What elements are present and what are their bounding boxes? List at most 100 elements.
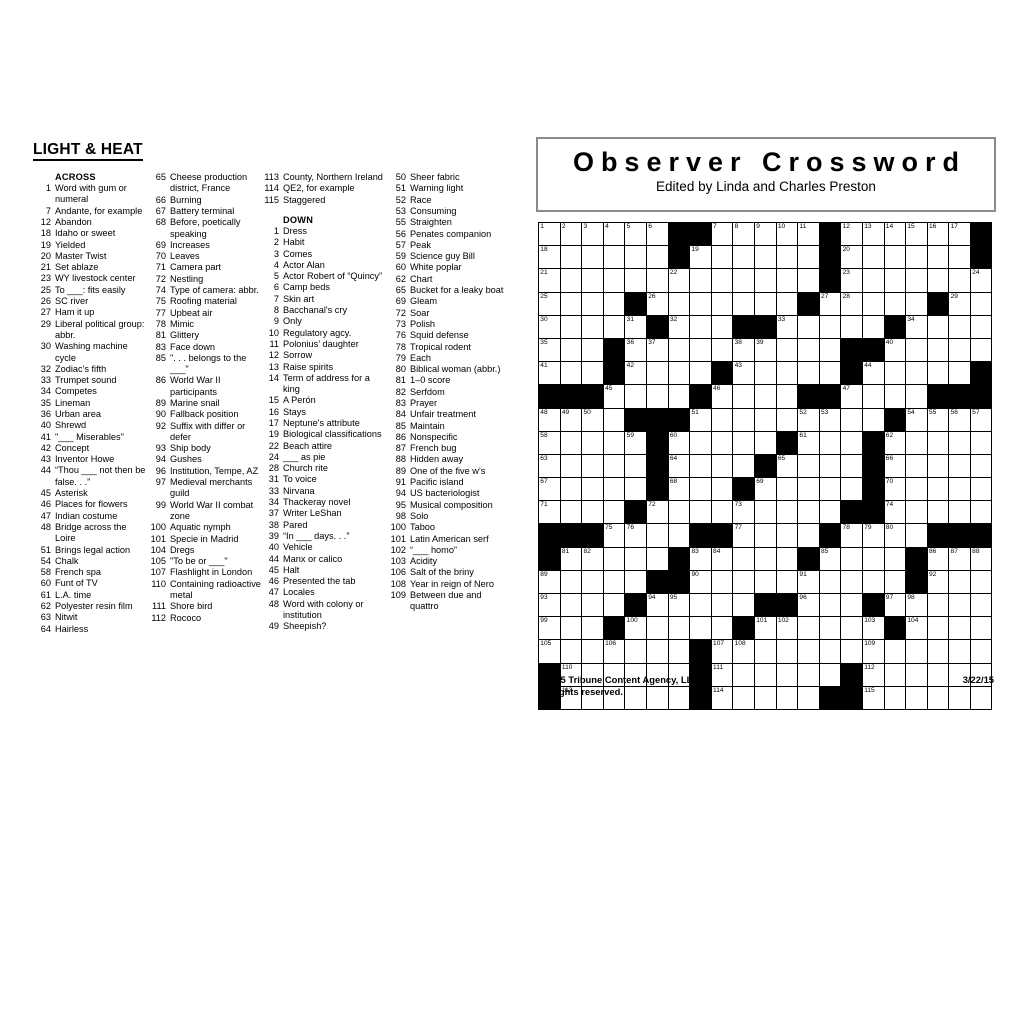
clue-down-10[interactable]: 10 Regulatory agcy. bbox=[261, 328, 388, 339]
grid-cell[interactable]: 64 bbox=[667, 453, 691, 479]
grid-cell[interactable] bbox=[581, 616, 604, 641]
grid-cell[interactable] bbox=[969, 592, 993, 618]
grid-cell[interactable]: 76 bbox=[624, 523, 647, 548]
grid-cell[interactable] bbox=[581, 337, 604, 363]
clue-across-46[interactable]: 46 Places for flowers bbox=[33, 499, 148, 510]
grid-cell[interactable] bbox=[797, 361, 820, 386]
clue-across-107[interactable]: 107 Flashlight in London bbox=[148, 567, 261, 578]
clue-across-115[interactable]: 115 Staggered bbox=[261, 195, 388, 206]
grid-cell[interactable]: 105 bbox=[538, 639, 561, 664]
grid-cell[interactable] bbox=[861, 245, 885, 270]
grid-cell[interactable]: 51 bbox=[689, 407, 712, 432]
clue-across-96[interactable]: 96 Institution, Tempe, AZ bbox=[148, 466, 261, 477]
clue-down-89[interactable]: 89 One of the five w's bbox=[388, 466, 508, 477]
clue-down-85[interactable]: 85 Maintain bbox=[388, 421, 508, 432]
clue-down-24[interactable]: 24 ___ as pie bbox=[261, 452, 388, 463]
grid-cell[interactable]: 71 bbox=[538, 500, 561, 525]
grid-cell[interactable] bbox=[710, 569, 734, 595]
grid-cell[interactable] bbox=[732, 592, 755, 618]
grid-cell[interactable] bbox=[732, 430, 755, 455]
grid-cell[interactable] bbox=[883, 639, 907, 664]
grid-cell[interactable] bbox=[840, 453, 863, 479]
grid-cell[interactable] bbox=[926, 453, 950, 479]
grid-cell[interactable] bbox=[667, 337, 691, 363]
grid-cell[interactable]: 52 bbox=[797, 407, 820, 432]
clue-down-8[interactable]: 8 Bacchanal's cry bbox=[261, 305, 388, 316]
clue-across-65[interactable]: 65 Cheese production district, France bbox=[148, 172, 261, 195]
grid-cell[interactable] bbox=[926, 245, 950, 270]
grid-cell[interactable]: 46 bbox=[710, 384, 734, 409]
grid-cell[interactable] bbox=[948, 453, 971, 479]
grid-cell[interactable] bbox=[818, 453, 842, 479]
grid-cell[interactable] bbox=[861, 407, 885, 432]
clue-across-71[interactable]: 71 Camera part bbox=[148, 262, 261, 273]
grid-cell[interactable] bbox=[861, 384, 885, 409]
grid-cell[interactable] bbox=[689, 291, 712, 316]
grid-cell[interactable] bbox=[775, 291, 799, 316]
clue-down-15[interactable]: 15 A Perón bbox=[261, 395, 388, 406]
clue-across-7[interactable]: 7 Andante, for example bbox=[33, 206, 148, 217]
clue-down-37[interactable]: 37 Writer LeShan bbox=[261, 508, 388, 519]
clue-down-39[interactable]: 39 “In ___ days. . .” bbox=[261, 531, 388, 542]
clue-across-112[interactable]: 112 Rococo bbox=[148, 613, 261, 624]
grid-cell[interactable] bbox=[818, 592, 842, 618]
clue-down-95[interactable]: 95 Musical composition bbox=[388, 500, 508, 511]
grid-cell[interactable] bbox=[667, 523, 691, 548]
grid-cell[interactable] bbox=[667, 384, 691, 409]
grid-cell[interactable]: 7 bbox=[710, 221, 734, 247]
grid-cell[interactable] bbox=[840, 314, 863, 339]
grid-cell[interactable]: 103 bbox=[861, 616, 885, 641]
clue-down-65[interactable]: 65 Bucket for a leaky boat bbox=[388, 285, 508, 296]
grid-cell[interactable] bbox=[667, 500, 691, 525]
grid-cell[interactable]: 95 bbox=[667, 592, 691, 618]
grid-cell[interactable] bbox=[969, 639, 993, 664]
grid-cell[interactable]: 65 bbox=[775, 453, 799, 479]
grid-cell[interactable]: 33 bbox=[775, 314, 799, 339]
grid-cell[interactable] bbox=[602, 546, 626, 571]
grid-cell[interactable]: 108 bbox=[732, 639, 755, 664]
clue-across-48[interactable]: 48 Bridge across the Loire bbox=[33, 522, 148, 545]
clue-down-76[interactable]: 76 Squid defense bbox=[388, 330, 508, 341]
grid-cell[interactable]: 30 bbox=[538, 314, 561, 339]
grid-cell[interactable] bbox=[775, 407, 799, 432]
grid-cell[interactable] bbox=[905, 523, 928, 548]
grid-cell[interactable]: 56 bbox=[948, 407, 971, 432]
grid-cell[interactable]: 16 bbox=[926, 221, 950, 247]
clue-down-91[interactable]: 91 Pacific island bbox=[388, 477, 508, 488]
clue-down-7[interactable]: 7 Skin art bbox=[261, 294, 388, 305]
grid-cell[interactable]: 43 bbox=[732, 361, 755, 386]
grid-cell[interactable] bbox=[624, 569, 647, 595]
grid-cell[interactable] bbox=[581, 639, 604, 664]
grid-cell[interactable] bbox=[818, 616, 842, 641]
grid-cell[interactable]: 88 bbox=[969, 546, 993, 571]
grid-cell[interactable] bbox=[926, 592, 950, 618]
grid-cell[interactable] bbox=[861, 569, 885, 595]
grid-cell[interactable] bbox=[624, 384, 647, 409]
clue-down-72[interactable]: 72 Soar bbox=[388, 308, 508, 319]
grid-cell[interactable] bbox=[689, 616, 712, 641]
grid-cell[interactable]: 3 bbox=[581, 221, 604, 247]
grid-cell[interactable] bbox=[602, 592, 626, 618]
grid-cell[interactable] bbox=[732, 569, 755, 595]
clue-down-78[interactable]: 78 Tropical rodent bbox=[388, 342, 508, 353]
clue-across-12[interactable]: 12 Abandon bbox=[33, 217, 148, 228]
clue-down-13[interactable]: 13 Raise spirits bbox=[261, 362, 388, 373]
grid-cell[interactable]: 29 bbox=[948, 291, 971, 316]
clue-down-55[interactable]: 55 Straighten bbox=[388, 217, 508, 228]
grid-cell[interactable] bbox=[645, 523, 669, 548]
grid-cell[interactable] bbox=[559, 430, 583, 455]
clue-down-80[interactable]: 80 Biblical woman (abbr.) bbox=[388, 364, 508, 375]
grid-cell[interactable] bbox=[753, 407, 777, 432]
grid-cell[interactable]: 84 bbox=[710, 546, 734, 571]
grid-cell[interactable] bbox=[559, 337, 583, 363]
clue-across-90[interactable]: 90 Fallback position bbox=[148, 409, 261, 420]
grid-cell[interactable] bbox=[581, 291, 604, 316]
grid-cell[interactable] bbox=[602, 245, 626, 270]
grid-cell[interactable] bbox=[559, 569, 583, 595]
grid-cell[interactable]: 77 bbox=[732, 523, 755, 548]
grid-cell[interactable] bbox=[969, 337, 993, 363]
grid-cell[interactable] bbox=[905, 245, 928, 270]
grid-cell[interactable] bbox=[689, 500, 712, 525]
grid-cell[interactable]: 23 bbox=[840, 268, 863, 293]
clue-across-23[interactable]: 23 WY livestock center bbox=[33, 273, 148, 284]
